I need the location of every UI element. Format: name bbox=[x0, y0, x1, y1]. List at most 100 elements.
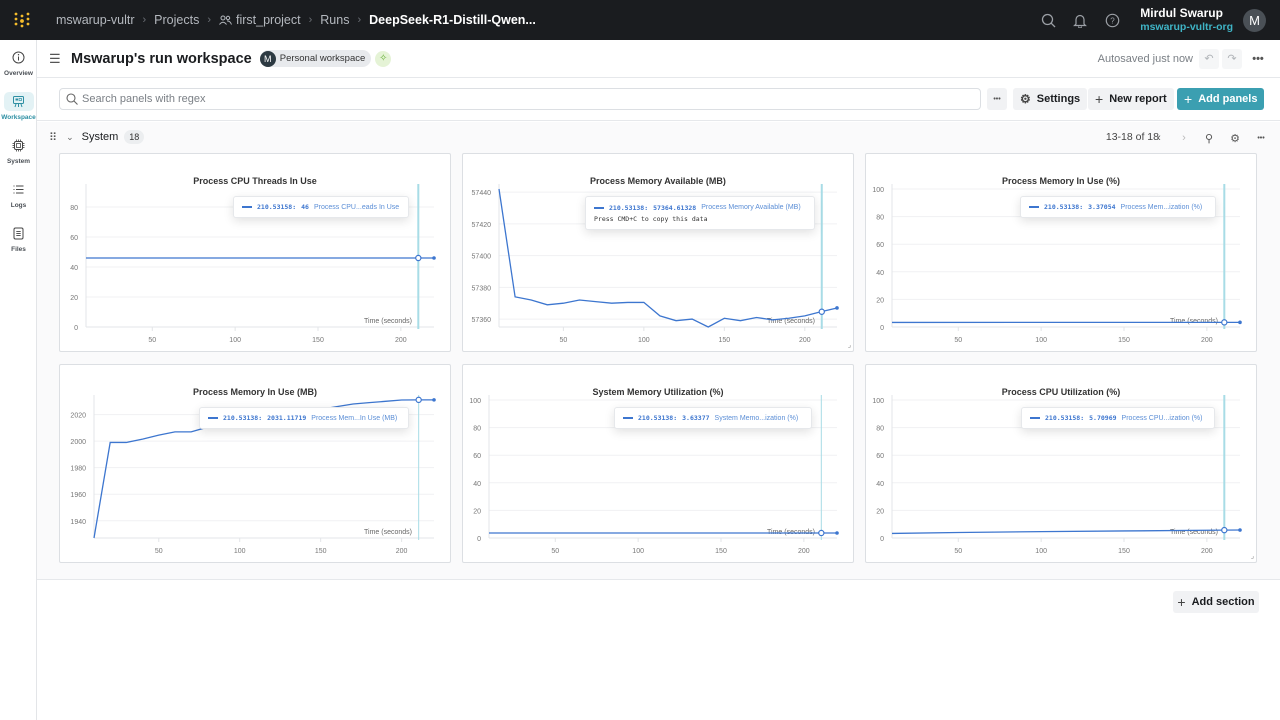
x-tick-label: 150 bbox=[1118, 548, 1130, 555]
page-title: Mswarup's run workspace bbox=[71, 50, 252, 67]
x-tick-label: 50 bbox=[551, 548, 559, 555]
resize-handle-icon[interactable]: ⌟ bbox=[848, 341, 851, 349]
user-info[interactable]: Mirdul Swarup mswarup-vultr-org bbox=[1140, 6, 1233, 33]
tooltip-x: 210.53158: bbox=[1045, 414, 1085, 422]
workspace-badge[interactable]: M Personal workspace bbox=[259, 50, 372, 67]
redo-icon[interactable]: ↷ bbox=[1222, 48, 1242, 69]
tooltip-x: 210.53138: bbox=[638, 414, 678, 422]
y-tick-label: 57440 bbox=[472, 190, 492, 197]
series-end-point bbox=[432, 398, 436, 402]
tooltip-series: Process Mem...ization (%) bbox=[1120, 203, 1203, 211]
y-tick-label: 20 bbox=[876, 297, 884, 304]
chevron-down-icon[interactable]: ⌄ bbox=[66, 132, 74, 143]
nav-item-workspace[interactable]: Workspace bbox=[0, 84, 37, 128]
tooltip-value: 57364.61328 bbox=[653, 203, 697, 212]
x-tick-label: 150 bbox=[315, 548, 327, 555]
x-axis-label: Time (seconds) bbox=[364, 318, 412, 325]
chip-icon bbox=[8, 136, 30, 155]
drag-handle-icon[interactable]: ⠿ bbox=[49, 131, 57, 144]
search-input[interactable] bbox=[82, 93, 962, 105]
workspace-badge-label: Personal workspace bbox=[279, 53, 366, 64]
series-end-point bbox=[1238, 320, 1242, 325]
y-tick-label: 60 bbox=[473, 453, 481, 460]
section-title[interactable]: System bbox=[82, 131, 119, 143]
panel-toolbar: ••• ⚙ Settings + New report + Add panels bbox=[37, 79, 1280, 121]
x-tick-label: 200 bbox=[396, 548, 408, 555]
sparkle-icon[interactable]: ✧ bbox=[375, 50, 392, 67]
nav-label: Overview bbox=[4, 69, 33, 77]
y-tick-label: 40 bbox=[70, 265, 78, 272]
chevron-left-icon[interactable]: ‹ bbox=[1151, 130, 1167, 146]
more-options-button[interactable]: ••• bbox=[987, 88, 1007, 110]
y-tick-label: 80 bbox=[473, 426, 481, 433]
help-icon[interactable]: ? bbox=[1096, 0, 1128, 40]
hover-point bbox=[818, 529, 825, 537]
chart-panel[interactable]: Process Memory In Use (MB) 1940 1960 1980 20… bbox=[59, 364, 451, 563]
chart-panel[interactable]: System Memory Utilization (%) 0 20 40 60 80 10… bbox=[462, 364, 854, 563]
breadcrumb-projects[interactable]: Projects bbox=[154, 13, 199, 27]
series-end-point bbox=[835, 306, 839, 310]
breadcrumb-runs[interactable]: Runs bbox=[320, 13, 349, 27]
nav-item-overview[interactable]: Overview bbox=[0, 40, 37, 84]
add-section-button[interactable]: + Add section bbox=[1173, 591, 1259, 613]
series-end-point bbox=[432, 256, 436, 260]
x-tick-label: 50 bbox=[148, 337, 156, 344]
chart-panel[interactable]: Process CPU Utilization (%) 0 20 40 60 80 100 5… bbox=[865, 364, 1257, 563]
tooltip-value: 46 bbox=[301, 203, 309, 211]
line-chart: 57360 57380 57400 57420 57440 50 100 150 200 Time… bbox=[472, 184, 839, 344]
more-options-icon[interactable]: ••• bbox=[1248, 49, 1268, 69]
new-report-button[interactable]: + New report bbox=[1088, 88, 1174, 110]
chevron-right-icon: › bbox=[142, 14, 147, 26]
breadcrumb: mswarup-vultr › Projects › first_project… bbox=[56, 13, 536, 27]
gear-icon[interactable]: ⚙ bbox=[1227, 130, 1243, 146]
tooltip-value: 2031.11719 bbox=[267, 414, 307, 422]
x-tick-label: 200 bbox=[1201, 548, 1213, 555]
breadcrumb-project[interactable]: first_project bbox=[219, 13, 301, 27]
y-tick-label: 1980 bbox=[70, 466, 86, 473]
wandb-logo-icon[interactable] bbox=[2, 0, 42, 40]
plus-icon: + bbox=[1184, 91, 1193, 107]
more-options-icon[interactable]: ••• bbox=[1253, 130, 1269, 146]
search-icon bbox=[66, 93, 78, 105]
resize-handle-icon[interactable]: ⌟ bbox=[1251, 552, 1254, 560]
avatar[interactable]: M bbox=[1243, 8, 1266, 32]
nav-label: Files bbox=[11, 245, 26, 253]
chart-panel[interactable]: Process Memory Available (MB) 57360 57380 5… bbox=[462, 153, 854, 352]
x-tick-label: 150 bbox=[718, 337, 730, 344]
users-icon bbox=[219, 15, 232, 25]
settings-button[interactable]: ⚙ Settings bbox=[1013, 88, 1088, 110]
legend-swatch bbox=[1030, 417, 1040, 419]
chart-tooltip: 210.53158: 5.70969 Process CPU...ization (… bbox=[1021, 407, 1215, 429]
bell-icon[interactable] bbox=[1064, 0, 1096, 40]
breadcrumb-org[interactable]: mswarup-vultr bbox=[56, 13, 135, 27]
user-org[interactable]: mswarup-vultr-org bbox=[1140, 21, 1233, 33]
x-tick-label: 100 bbox=[229, 337, 241, 344]
tooltip-series: System Memo...ization (%) bbox=[714, 414, 799, 422]
x-tick-label: 100 bbox=[638, 337, 650, 344]
legend-swatch bbox=[1029, 206, 1039, 208]
pin-icon[interactable]: ⚲ bbox=[1201, 130, 1217, 146]
autosave-status: Autosaved just now bbox=[1097, 52, 1193, 65]
nav-item-logs[interactable]: Logs bbox=[0, 172, 37, 216]
add-panels-button[interactable]: + Add panels bbox=[1177, 88, 1265, 110]
undo-icon[interactable]: ↶ bbox=[1199, 48, 1219, 69]
nav-item-files[interactable]: Files bbox=[0, 216, 37, 260]
nav-item-system[interactable]: System bbox=[0, 128, 37, 172]
search-icon[interactable] bbox=[1032, 0, 1064, 40]
x-tick-label: 50 bbox=[155, 548, 163, 555]
chart-panel[interactable]: Process Memory In Use (%) 0 20 40 60 80 100 50 1… bbox=[865, 153, 1257, 352]
svg-text:?: ? bbox=[1110, 16, 1115, 25]
nav-label: System bbox=[6, 157, 31, 165]
add-section-label: Add section bbox=[1191, 596, 1255, 608]
breadcrumb-run[interactable]: DeepSeek-R1-Distill-Qwen... bbox=[369, 13, 536, 27]
x-tick-label: 100 bbox=[1035, 337, 1047, 344]
y-tick-label: 0 bbox=[880, 536, 884, 543]
series-end-point bbox=[835, 531, 839, 535]
menu-icon[interactable]: ☰ bbox=[49, 51, 63, 67]
x-tick-label: 100 bbox=[1035, 548, 1047, 555]
x-axis-label: Time (seconds) bbox=[364, 529, 412, 536]
chevron-right-icon[interactable]: › bbox=[1176, 130, 1192, 146]
search-panels[interactable] bbox=[59, 88, 981, 110]
chart-panel[interactable]: Process CPU Threads In Use 0 20 40 60 80 50 100… bbox=[59, 153, 451, 352]
new-report-label: New report bbox=[1109, 93, 1167, 105]
